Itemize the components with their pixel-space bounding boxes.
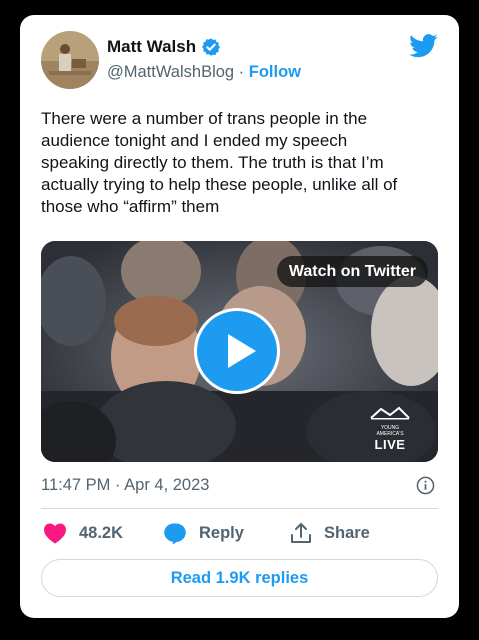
share-label: Share [324, 523, 370, 542]
watermark-text: YOUNG AMERICA'S [376, 425, 404, 437]
heart-icon [44, 523, 66, 544]
live-watermark: YOUNG AMERICA'S LIVE [369, 406, 411, 452]
tweet-text: There were a number of trans people in t… [41, 108, 441, 218]
read-replies-button[interactable]: Read 1.9K replies [41, 559, 438, 597]
verified-badge-icon [202, 38, 221, 56]
watch-on-twitter-button[interactable]: Watch on Twitter [276, 256, 428, 287]
like-count: 48.2K [79, 523, 124, 542]
play-button[interactable] [194, 308, 280, 394]
tweet-text-line: those who “affirm” them [41, 197, 220, 216]
like-button[interactable]: 48.2K [43, 522, 123, 544]
tweet-text-line: There were a number of trans people in t… [41, 109, 368, 128]
avatar[interactable] [41, 31, 99, 89]
reply-bubble-icon [164, 523, 186, 544]
tweet-card: Matt Walsh @MattWalshBlog · Follow There… [20, 15, 459, 618]
share-icon [291, 523, 311, 543]
handle[interactable]: @MattWalshBlog [107, 63, 234, 81]
info-icon[interactable] [416, 476, 435, 495]
video-thumbnail[interactable]: Watch on Twitter YOUNG AMERICA'S LIVE [41, 241, 438, 462]
handle-row: @MattWalshBlog · Follow [107, 63, 301, 82]
tweet-actions: 48.2K Reply Share [41, 522, 438, 548]
follow-link[interactable]: Follow [249, 63, 301, 81]
twitter-bird-icon[interactable] [409, 34, 438, 58]
separator: · [234, 63, 249, 81]
play-icon [228, 334, 256, 368]
reply-label: Reply [199, 523, 244, 542]
watermark-logo-icon [370, 406, 410, 420]
author-name[interactable]: Matt Walsh [107, 37, 196, 57]
tweet-timestamp[interactable]: 11:47 PM · Apr 4, 2023 [41, 476, 209, 495]
share-button[interactable]: Share [290, 522, 370, 544]
live-label: LIVE [374, 437, 406, 452]
reply-button[interactable]: Reply [163, 522, 244, 544]
tweet-text-line: actually trying to help these people, un… [41, 175, 398, 194]
tweet-text-line: audience tonight and I ended my speech [41, 131, 348, 150]
divider [41, 508, 438, 509]
author-name-row[interactable]: Matt Walsh [107, 37, 221, 57]
tweet-text-line: speaking directly to them. The truth is … [41, 153, 384, 172]
